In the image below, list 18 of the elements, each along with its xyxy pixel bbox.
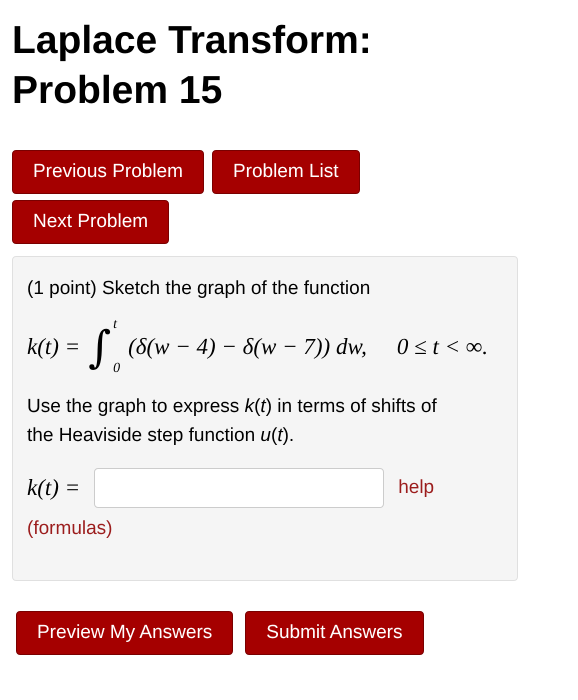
problem-instruction: Use the graph to express k(t) in terms of shifts of the Heaviside step function u(t). bbox=[27, 395, 438, 448]
page-title: Laplace Transform: Problem 15 bbox=[12, 18, 373, 114]
submit-button[interactable]: Submit Answers bbox=[245, 611, 424, 656]
nav-button[interactable]: Next Problem bbox=[12, 200, 170, 244]
help-link[interactable]: help bbox=[398, 477, 434, 500]
submit-button[interactable]: Preview My Answers bbox=[16, 611, 234, 656]
equation-lhs: k(t) = bbox=[27, 334, 80, 360]
nav-button[interactable]: Previous Problem bbox=[12, 150, 204, 194]
problem-intro: (1 point) Sketch the graph of the function bbox=[27, 276, 372, 301]
answer-label: k(t) = bbox=[27, 475, 80, 502]
nav-button[interactable]: Problem List bbox=[212, 150, 360, 194]
lower-limit: 0 bbox=[113, 361, 120, 378]
upper-limit: t bbox=[113, 317, 118, 334]
formulas-link[interactable]: (formulas) bbox=[27, 518, 113, 540]
domain-condition: 0 ≤ t < ∞. bbox=[396, 334, 488, 360]
integral-sign: ∫ bbox=[88, 322, 112, 373]
answer-field[interactable] bbox=[94, 468, 384, 508]
integrand: (δ(w − 4) − δ(w − 7)) dw, bbox=[128, 334, 367, 360]
